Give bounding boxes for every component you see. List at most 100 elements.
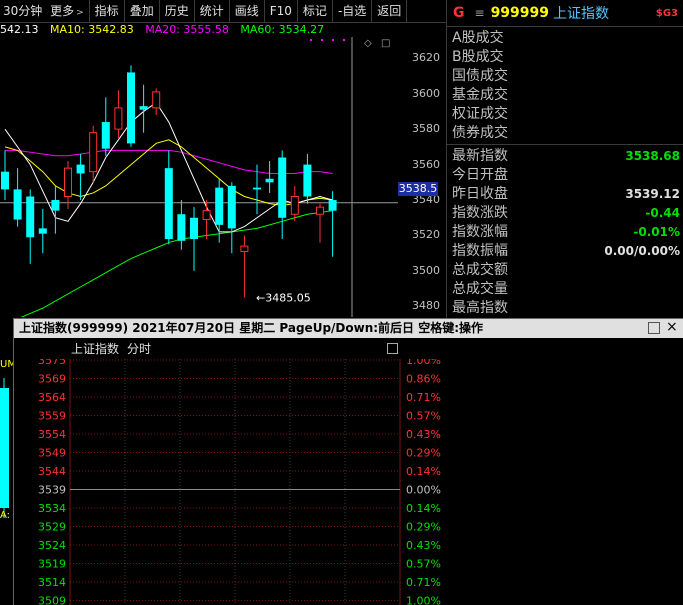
candle — [39, 209, 47, 253]
candle-body — [26, 196, 34, 237]
toolbar-history-button[interactable]: 历史 — [160, 0, 195, 22]
stat-value: 3539.12 — [625, 185, 680, 204]
toolbar-stats-button[interactable]: 统计 — [195, 0, 230, 22]
marker-dot — [310, 39, 312, 41]
intraday-price-label: 3569 — [38, 373, 66, 386]
candle-body — [90, 133, 97, 172]
toolbar-remove-watchlist-button[interactable]: -自选 — [333, 0, 372, 22]
candle-body — [278, 158, 286, 218]
candle — [1, 150, 9, 200]
stat-label: 昨日收盘 — [452, 185, 508, 204]
intraday-tab[interactable]: 分时 — [127, 339, 151, 359]
intraday-pct-label: 1.00% — [406, 595, 441, 605]
candle-body — [51, 200, 59, 211]
candle-body — [165, 168, 173, 239]
stock-header: G ≡ 999999 上证指数 $G3 — [447, 0, 683, 27]
intraday-price-label: 3575 — [38, 359, 66, 367]
price-axis-label: 3560 — [412, 158, 440, 171]
strip-label-a: UM — [0, 359, 13, 370]
toolbar-drawline-button[interactable]: 画线 — [230, 0, 265, 22]
candle — [77, 154, 85, 200]
stat-row: 最新指数3538.68 — [447, 147, 683, 166]
candle-body — [329, 200, 337, 211]
turnover-row: 国债成交 — [447, 67, 683, 86]
stat-label: 总成交额 — [452, 261, 508, 280]
maximize-icon[interactable] — [648, 322, 660, 334]
stat-row: 指数振幅0.00/0.00% — [447, 242, 683, 261]
candle-body — [39, 228, 47, 233]
candle — [65, 161, 72, 209]
intraday-pct-label: 0.43% — [406, 539, 441, 552]
popup-titlebar[interactable]: 上证指数(999999) 2021年07月20日 星期二 PageUp/Down… — [14, 319, 683, 338]
candle-body — [102, 122, 110, 149]
price-axis-label: 3600 — [412, 87, 440, 100]
intraday-price-label: 3564 — [38, 391, 66, 404]
toolbar-back-button[interactable]: 返回 — [372, 0, 407, 22]
toolbar-f10-button[interactable]: F10 — [265, 0, 298, 22]
square-icon[interactable]: □ — [381, 38, 390, 49]
intraday-pct-label: 0.14% — [406, 465, 441, 478]
candle — [127, 65, 135, 147]
price-axis-label: 3480 — [412, 299, 440, 312]
current-price-tag: 3538.5 — [398, 182, 438, 196]
period-selector[interactable]: 30分钟 更多> — [0, 0, 90, 22]
intraday-pct-label: 0.14% — [406, 502, 441, 515]
stock-code: 999999 — [491, 5, 549, 21]
ma10-value: MA10: 3542.83 — [50, 23, 134, 36]
marker-dot — [332, 39, 334, 41]
candle-body — [14, 189, 22, 219]
expand-icon[interactable] — [387, 343, 398, 354]
more-label: 更多 — [50, 4, 74, 18]
candle — [165, 150, 173, 244]
candle — [177, 200, 185, 250]
candle-body — [190, 218, 198, 239]
price-axis-label: 3580 — [412, 122, 440, 135]
chart-toolbar: 30分钟 更多> 指标 叠加 历史 统计 画线 F10 标记 -自选 返回 — [0, 0, 446, 23]
candle-body — [317, 207, 324, 214]
intraday-pct-label: 0.57% — [406, 558, 441, 571]
popup-title-text: 上证指数(999999) 2021年07月20日 星期二 PageUp/Down… — [19, 321, 483, 335]
intraday-pct-label: 0.29% — [406, 521, 441, 534]
toolbar-overlay-button[interactable]: 叠加 — [125, 0, 160, 22]
diamond-icon[interactable]: ◇ — [364, 38, 372, 49]
more-arrow-icon: > — [76, 8, 84, 18]
candle-body — [266, 179, 274, 183]
candle — [329, 191, 337, 257]
intraday-popup-window[interactable]: 上证指数(999999) 2021年07月20日 星期二 PageUp/Down… — [13, 318, 683, 605]
price-axis-label: 3520 — [412, 228, 440, 241]
stat-row: 最高指数 — [447, 299, 683, 318]
candle — [14, 168, 22, 226]
menu-icon[interactable]: ≡ — [475, 6, 485, 20]
strip-label-b: A: — [0, 510, 10, 521]
intraday-price-label: 3539 — [38, 484, 66, 497]
marker-dot — [321, 39, 323, 41]
intraday-price-label: 3554 — [38, 428, 66, 441]
toolbar-indicator-button[interactable]: 指标 — [90, 0, 125, 22]
candlestick-chart[interactable]: ◇ □ ←3485.05 — [0, 37, 398, 317]
candle-body — [177, 214, 185, 241]
low-marker-label: ←3485.05 — [256, 291, 311, 304]
turnover-row: B股成交 — [447, 48, 683, 67]
intraday-index-name: 上证指数 — [71, 339, 119, 359]
turnover-label: B股成交 — [452, 48, 504, 67]
candle — [291, 186, 298, 221]
intraday-chart[interactable]: 35751.00%35690.86%35640.71%35590.57%3554… — [14, 359, 683, 605]
stock-name: 上证指数 — [553, 3, 609, 23]
stat-row: 指数涨幅-0.01% — [447, 223, 683, 242]
candle — [266, 161, 274, 193]
close-icon[interactable]: × — [666, 321, 678, 331]
turnover-list: A股成交B股成交国债成交基金成交权证成交债券成交 — [447, 27, 683, 145]
toolbar-mark-button[interactable]: 标记 — [298, 0, 333, 22]
intraday-price-label: 3559 — [38, 410, 66, 423]
intraday-pct-label: 0.71% — [406, 576, 441, 589]
turnover-label: 债券成交 — [452, 124, 508, 143]
flag-g-icon[interactable]: G — [453, 5, 465, 21]
candle-body — [77, 165, 85, 174]
intraday-price-label: 3534 — [38, 502, 66, 515]
candle — [115, 90, 122, 138]
intraday-price-label: 3514 — [38, 576, 66, 589]
candle — [190, 207, 198, 271]
candle — [102, 97, 110, 155]
candle — [278, 150, 286, 239]
candle-body — [215, 188, 223, 225]
